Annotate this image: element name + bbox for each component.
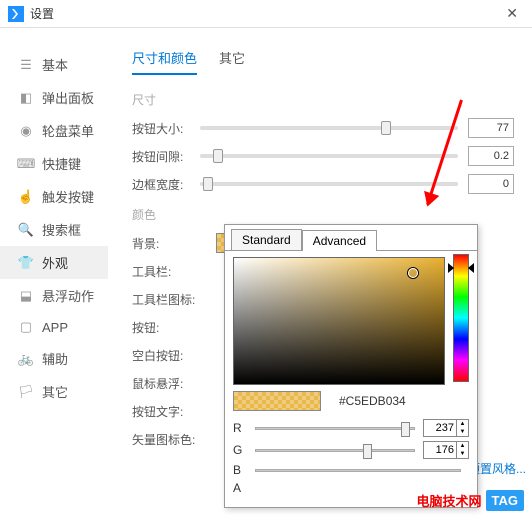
sidebar-item-basic[interactable]: ☰基本 — [0, 48, 108, 81]
sidebar-item-assist[interactable]: 🚲辅助 — [0, 342, 108, 375]
slider-button-size[interactable] — [200, 126, 458, 130]
sidebar-item-wheel-menu[interactable]: ◉轮盘菜单 — [0, 114, 108, 147]
input-button-gap[interactable] — [468, 146, 514, 166]
label-toolbar: 工具栏: — [132, 263, 196, 280]
watermark: 电脑技术网 TAG — [417, 490, 525, 511]
label-a: A — [233, 481, 255, 495]
sidebar-item-trigger-key[interactable]: ☝触发按键 — [0, 180, 108, 213]
sidebar-item-hover-action[interactable]: ⬓悬浮动作 — [0, 279, 108, 312]
panel-icon: ◧ — [18, 90, 34, 106]
keyboard-icon: ⌨ — [18, 156, 34, 172]
sidebar-item-search-box[interactable]: 🔍搜索框 — [0, 213, 108, 246]
window-title: 设置 — [30, 5, 54, 22]
search-icon: 🔍 — [18, 222, 34, 238]
slider-g[interactable] — [255, 449, 415, 452]
sidebar-item-app[interactable]: ▢APP — [0, 312, 108, 342]
sidebar: ☰基本 ◧弹出面板 ◉轮盘菜单 ⌨快捷键 ☝触发按键 🔍搜索框 👕外观 ⬓悬浮动… — [0, 28, 108, 517]
sidebar-item-popup-panel[interactable]: ◧弹出面板 — [0, 81, 108, 114]
input-button-size[interactable] — [468, 118, 514, 138]
slider-thumb[interactable] — [363, 444, 372, 459]
section-color: 颜色 — [132, 206, 514, 223]
saturation-value-area[interactable] — [233, 257, 445, 385]
row-r: R ▲▼ — [233, 419, 469, 437]
slider-thumb[interactable] — [381, 121, 391, 135]
tab-size-color[interactable]: 尺寸和颜色 — [132, 44, 197, 75]
sidebar-item-other[interactable]: 🏳其它 — [0, 375, 108, 408]
hover-icon: ⬓ — [18, 288, 34, 304]
list-icon: ☰ — [18, 57, 34, 73]
slider-r[interactable] — [255, 427, 415, 430]
label-button: 按钮: — [132, 319, 196, 336]
content-tabs: 尺寸和颜色 其它 — [118, 44, 514, 75]
picker-tab-standard[interactable]: Standard — [231, 229, 302, 250]
assist-icon: 🚲 — [18, 351, 34, 367]
picker-body: #C5EDB034 R ▲▼ G ▲▼ B A — [225, 250, 477, 505]
label-vector-icon: 矢量图标色: — [132, 431, 204, 448]
tab-other[interactable]: 其它 — [219, 44, 245, 75]
input-r[interactable] — [423, 419, 457, 437]
wheel-icon: ◉ — [18, 123, 34, 139]
row-g: G ▲▼ — [233, 441, 469, 459]
picker-tab-advanced[interactable]: Advanced — [302, 230, 377, 251]
label-b: B — [233, 463, 255, 477]
label-g: G — [233, 443, 255, 457]
input-border-width[interactable] — [468, 174, 514, 194]
slider-thumb[interactable] — [203, 177, 213, 191]
watermark-tag: TAG — [486, 490, 524, 511]
watermark-text: 电脑技术网 — [417, 491, 482, 510]
spinner-g[interactable]: ▲▼ — [457, 441, 469, 459]
row-border-width: 边框宽度: — [132, 172, 514, 196]
hex-value[interactable]: #C5EDB034 — [339, 394, 406, 408]
slider-border-width[interactable] — [200, 182, 458, 186]
label-button-text: 按钮文字: — [132, 403, 196, 420]
row-b: B — [233, 463, 469, 477]
sv-cursor[interactable] — [408, 268, 418, 278]
label-toolbar-icon: 工具栏图标: — [132, 291, 212, 308]
app-icon: ▢ — [18, 319, 34, 335]
label-button-gap: 按钮间隙: — [132, 148, 196, 165]
spinner-r[interactable]: ▲▼ — [457, 419, 469, 437]
app-icon — [8, 6, 24, 22]
titlebar: 设置 ✕ — [0, 0, 532, 28]
hex-row: #C5EDB034 — [233, 391, 469, 411]
label-background: 背景: — [132, 235, 196, 252]
other-icon: 🏳 — [18, 384, 34, 400]
slider-thumb[interactable] — [401, 422, 410, 437]
touch-icon: ☝ — [18, 189, 34, 205]
label-button-size: 按钮大小: — [132, 120, 196, 137]
label-r: R — [233, 421, 255, 435]
color-picker-popup: Standard Advanced #C5EDB034 R ▲▼ G ▲▼ B — [224, 224, 478, 508]
slider-thumb[interactable] — [213, 149, 223, 163]
slider-b[interactable] — [255, 469, 461, 472]
sidebar-item-appearance[interactable]: 👕外观 — [0, 246, 108, 279]
shirt-icon: 👕 — [18, 255, 34, 271]
label-empty-button: 空白按钮: — [132, 347, 196, 364]
sidebar-item-shortcuts[interactable]: ⌨快捷键 — [0, 147, 108, 180]
section-size: 尺寸 — [132, 91, 514, 108]
hue-strip[interactable] — [453, 254, 469, 382]
input-g[interactable] — [423, 441, 457, 459]
label-border-width: 边框宽度: — [132, 176, 196, 193]
hue-indicator-right — [468, 263, 474, 273]
hue-indicator-left — [448, 263, 454, 273]
picker-tabs: Standard Advanced — [231, 229, 477, 250]
color-preview — [233, 391, 321, 411]
label-mouse-hover: 鼠标悬浮: — [132, 375, 196, 392]
row-button-gap: 按钮间隙: — [132, 144, 514, 168]
slider-button-gap[interactable] — [200, 154, 458, 158]
close-button[interactable]: ✕ — [500, 3, 524, 24]
